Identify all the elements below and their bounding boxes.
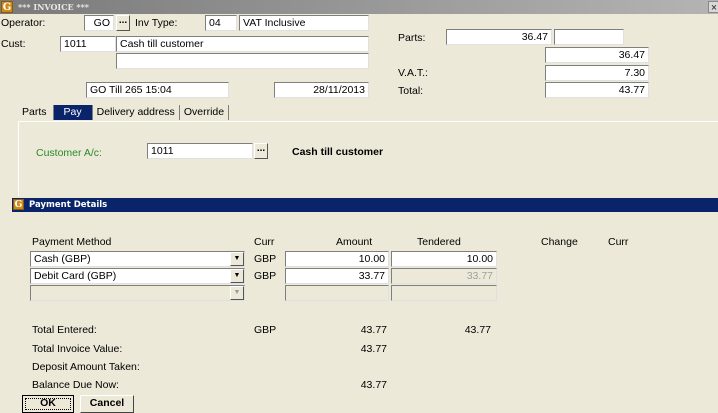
close-icon[interactable]: × bbox=[708, 1, 718, 13]
payment-details-icon: G bbox=[13, 199, 24, 210]
cust-label: Cust: bbox=[1, 38, 26, 50]
payment-details-title: Payment Details bbox=[29, 200, 108, 210]
parts-label: Parts: bbox=[398, 32, 426, 44]
customer-ac-label: Customer A/c: bbox=[36, 147, 102, 159]
ok-button[interactable]: OK bbox=[22, 395, 74, 413]
cust-name-field[interactable]: Cash till customer bbox=[116, 36, 369, 52]
date-field[interactable]: 28/11/2013 bbox=[274, 82, 369, 98]
operator-lookup-button[interactable]: ... bbox=[116, 15, 130, 31]
payment-method-value: Debit Card (GBP) bbox=[34, 270, 117, 282]
app-icon: G bbox=[1, 1, 13, 13]
chevron-down-icon[interactable]: ▼ bbox=[230, 269, 244, 283]
payment-method-select-3: ▼ bbox=[30, 285, 245, 301]
total-entered-amount: 43.77 bbox=[360, 324, 387, 336]
col-curr-change: Curr bbox=[608, 236, 629, 248]
pay-panel bbox=[18, 121, 718, 196]
customer-name-text: Cash till customer bbox=[292, 146, 384, 158]
total-invoice-amount: 43.77 bbox=[360, 343, 387, 355]
chevron-down-icon[interactable]: ▼ bbox=[230, 252, 244, 266]
balance-due-amount: 43.77 bbox=[360, 379, 387, 391]
parts-value-field: 36.47 bbox=[446, 29, 552, 45]
title-bar: G *** INVOICE *** × bbox=[0, 0, 718, 14]
col-amount: Amount bbox=[336, 236, 373, 248]
cust-code-field[interactable]: 1011 bbox=[60, 36, 116, 52]
total-invoice-label: Total Invoice Value: bbox=[32, 343, 123, 355]
tab-override[interactable]: Override bbox=[180, 105, 230, 120]
tab-strip: Parts Pay Delivery address Override bbox=[18, 105, 230, 120]
tendered-field-3 bbox=[391, 285, 497, 301]
inv-type-name-field: VAT Inclusive bbox=[239, 15, 369, 31]
payment-method-value: Cash (GBP) bbox=[34, 253, 91, 265]
total-entered-label: Total Entered: bbox=[32, 324, 97, 336]
total-entered-tendered: 43.77 bbox=[464, 324, 491, 336]
inv-type-label: Inv Type: bbox=[135, 17, 178, 29]
col-tendered: Tendered bbox=[417, 236, 461, 248]
row-curr: GBP bbox=[254, 253, 277, 265]
amount-field-3 bbox=[285, 285, 389, 301]
tab-pay[interactable]: Pay bbox=[53, 105, 93, 120]
cust-address-field[interactable] bbox=[116, 53, 369, 69]
amount-field-1[interactable]: 10.00 bbox=[285, 251, 389, 267]
customer-lookup-button[interactable]: ... bbox=[254, 143, 268, 159]
total-value-field: 43.77 bbox=[545, 82, 649, 98]
customer-ac-field[interactable]: 1011 bbox=[147, 143, 253, 159]
deposit-label: Deposit Amount Taken: bbox=[32, 361, 140, 373]
col-curr: Curr bbox=[254, 236, 275, 248]
vat-label: V.A.T.: bbox=[398, 67, 428, 79]
col-change: Change bbox=[541, 236, 578, 248]
tab-delivery-address[interactable]: Delivery address bbox=[93, 105, 180, 120]
operator-label: Operator: bbox=[1, 17, 46, 29]
payment-details-bar: G Payment Details bbox=[12, 198, 718, 212]
payment-method-select-2[interactable]: Debit Card (GBP) ▼ bbox=[30, 268, 245, 284]
col-payment-method: Payment Method bbox=[32, 236, 112, 248]
tab-parts[interactable]: Parts bbox=[18, 105, 54, 120]
vat-value-field: 7.30 bbox=[545, 65, 649, 81]
tendered-field-1[interactable]: 10.00 bbox=[391, 251, 497, 267]
payment-method-select-1[interactable]: Cash (GBP) ▼ bbox=[30, 251, 245, 267]
balance-due-label: Balance Due Now: bbox=[32, 379, 119, 391]
total-label: Total: bbox=[398, 85, 424, 97]
subtotal-field: 36.47 bbox=[545, 47, 649, 63]
window-title: *** INVOICE *** bbox=[18, 2, 89, 12]
amount-field-2[interactable]: 33.77 bbox=[285, 268, 389, 284]
row-curr: GBP bbox=[254, 270, 277, 282]
cancel-button[interactable]: Cancel bbox=[80, 395, 134, 413]
tendered-field-2: 33.77 bbox=[391, 268, 497, 284]
inv-type-code-field[interactable]: 04 bbox=[205, 15, 237, 31]
operator-field[interactable]: GO bbox=[84, 15, 114, 31]
parts-extra-field bbox=[554, 29, 624, 45]
chevron-down-icon: ▼ bbox=[230, 286, 244, 300]
total-entered-curr: GBP bbox=[254, 324, 277, 336]
till-info-field: GO Till 265 15:04 bbox=[86, 82, 229, 98]
